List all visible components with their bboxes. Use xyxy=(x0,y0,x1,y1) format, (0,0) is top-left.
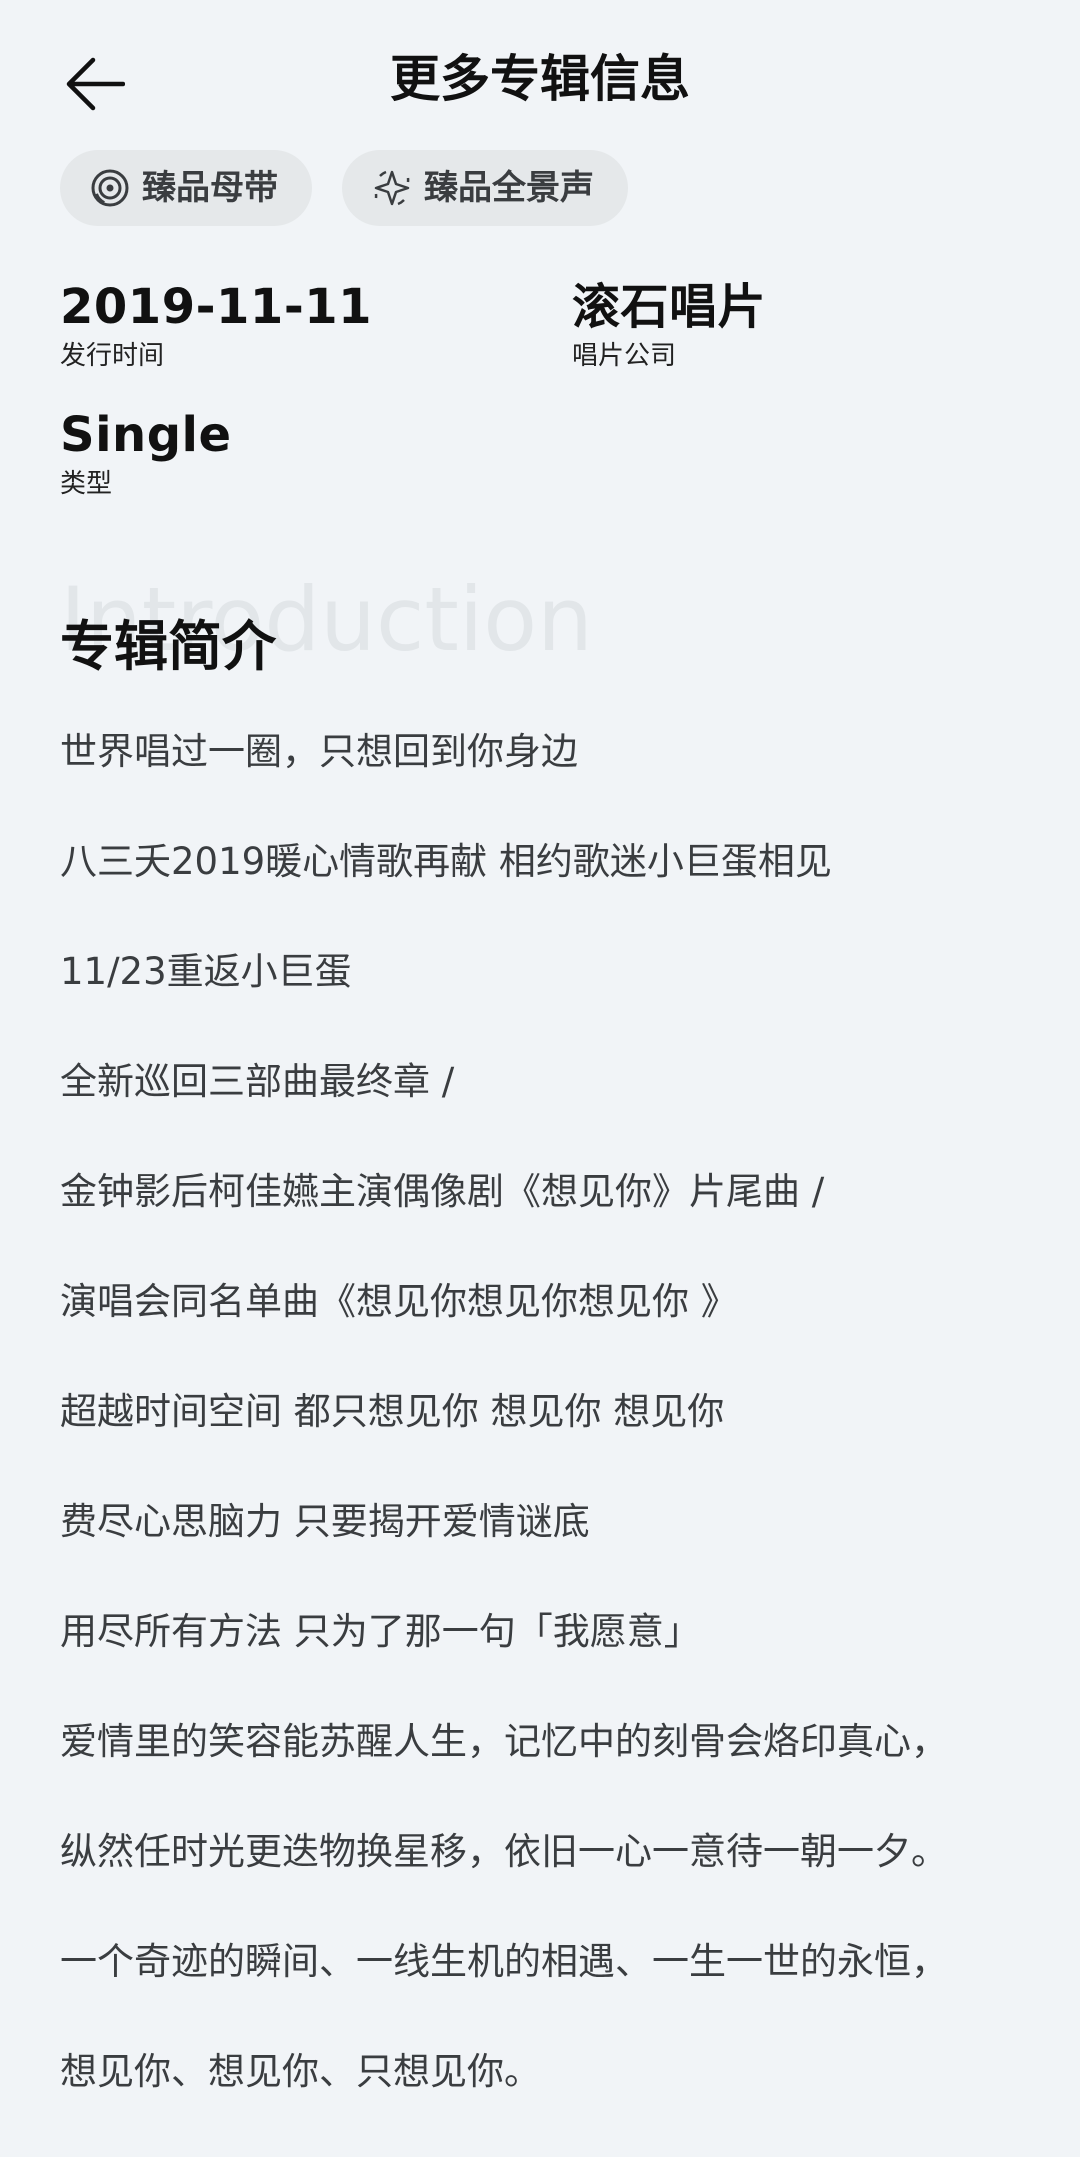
panoramic-sound-icon xyxy=(372,168,412,208)
label-company-label: 唱片公司 xyxy=(572,341,677,371)
intro-text: 世界唱过一圈，只想回到你身边 八三夭2019暖心情歌再献 相约歌迷小巨蛋相见 1… xyxy=(60,720,1040,2150)
intro-line: 用尽所有方法 只为了那一句「我愿意」 xyxy=(60,1610,701,1653)
label-company: 滚石唱片 唱片公司 xyxy=(572,275,1032,373)
album-type-value: Single xyxy=(60,407,232,463)
intro-line: 一个奇迹的瞬间、一线生机的相遇、一生一世的永恒， xyxy=(60,1940,948,1983)
master-tape-icon xyxy=(90,168,130,208)
intro-line: 超越时间空间 都只想见你 想见你 想见你 xyxy=(60,1390,725,1433)
release-date: 2019-11-11 发行时间 xyxy=(60,275,520,373)
intro-line: 想见你、想见你、只想见你。 xyxy=(60,2050,541,2093)
release-date-label: 发行时间 xyxy=(60,341,165,371)
intro-line: 爱情里的笑容能苏醒人生，记忆中的刻骨会烙印真心， xyxy=(60,1720,948,1763)
intro-line: 演唱会同名单曲《想见你想见你想见你 》 xyxy=(60,1280,738,1323)
badge-master-tape[interactable]: 臻品母带 xyxy=(60,150,312,226)
label-company-value: 滚石唱片 xyxy=(572,279,767,335)
intro-line: 11/23重返小巨蛋 xyxy=(60,950,352,993)
intro-title: 专辑简介 xyxy=(60,615,276,678)
badge-label: 臻品全景声 xyxy=(424,168,594,208)
page-title: 更多专辑信息 xyxy=(390,50,690,108)
release-date-value: 2019-11-11 xyxy=(60,279,373,335)
badge-label: 臻品母带 xyxy=(142,168,278,208)
album-info-page: 更多专辑信息 臻品母带 臻品全景声 2019-11-11 发行时间 滚石唱片 唱… xyxy=(0,0,1080,2157)
album-type: Single 类型 xyxy=(60,403,520,501)
quality-badges: 臻品母带 臻品全景声 xyxy=(60,150,628,226)
intro-line: 全新巡回三部曲最终章 / xyxy=(60,1060,455,1103)
header: 更多专辑信息 xyxy=(0,0,1080,164)
intro-heading: Introduction 专辑简介 xyxy=(60,570,1020,690)
album-type-label: 类型 xyxy=(60,469,113,499)
intro-line: 金钟影后柯佳嬿主演偶像剧《想见你》片尾曲 / xyxy=(60,1170,825,1213)
intro-line: 纵然任时光更迭物换星移，依旧一心一意待一朝一夕。 xyxy=(60,1830,948,1873)
intro-line: 八三夭2019暖心情歌再献 相约歌迷小巨蛋相见 xyxy=(60,840,832,883)
badge-panoramic-sound[interactable]: 臻品全景声 xyxy=(342,150,628,226)
intro-line: 世界唱过一圈，只想回到你身边 xyxy=(60,730,578,773)
intro-line: 费尽心思脑力 只要揭开爱情谜底 xyxy=(60,1500,590,1543)
